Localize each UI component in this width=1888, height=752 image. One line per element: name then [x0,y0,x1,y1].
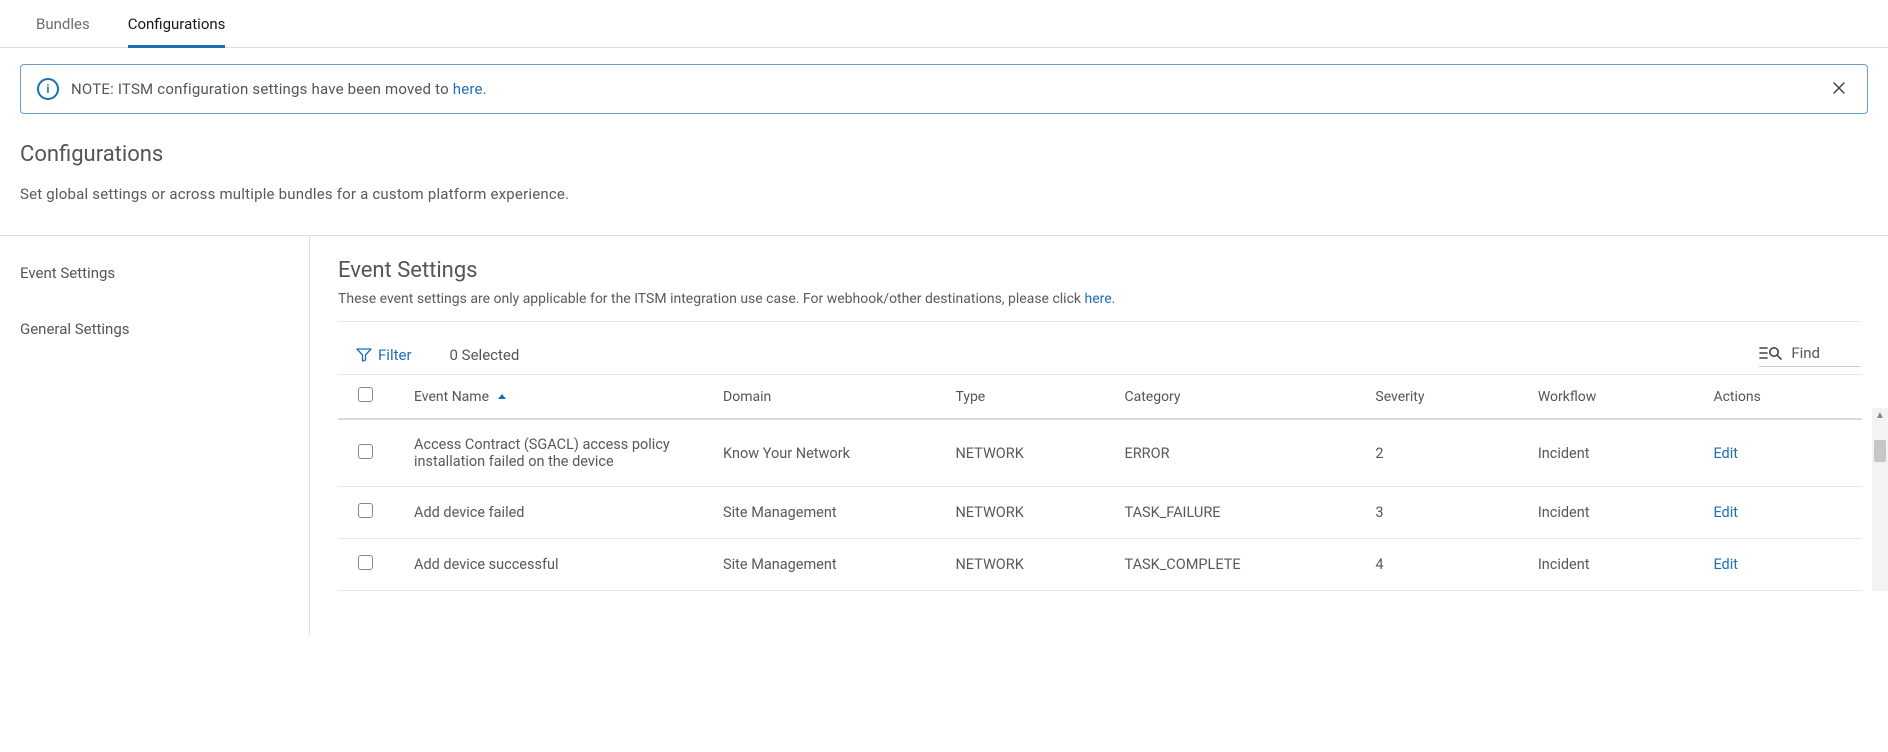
cell-event-name: Access Contract (SGACL) access policy in… [404,419,713,487]
info-banner-text: NOTE: ITSM configuration settings have b… [71,80,1815,98]
col-header-severity[interactable]: Severity [1365,375,1527,420]
table-toolbar: Filter 0 Selected Find [338,332,1888,374]
sidebar: Event Settings General Settings [0,236,310,635]
info-icon: i [37,78,59,100]
section-sub-suffix: . [1112,291,1116,307]
section-subtitle: These event settings are only applicable… [338,291,1888,307]
cell-type: NETWORK [945,419,1114,487]
main-panel: Event Settings These event settings are … [310,236,1888,635]
table-row: Access Contract (SGACL) access policy in… [338,419,1862,487]
cell-category: ERROR [1114,419,1365,487]
select-all-checkbox[interactable] [358,387,373,402]
table-row: Add device failedSite ManagementNETWORKT… [338,487,1862,539]
page-title: Configurations [20,142,1868,167]
find-icon [1759,344,1783,362]
tab-configurations[interactable]: Configurations [128,0,226,47]
page-subtitle: Set global settings or across multiple b… [20,185,1868,203]
cell-event-name: Add device failed [404,487,713,539]
edit-link[interactable]: Edit [1713,556,1738,573]
section-title: Event Settings [338,258,1888,283]
cell-domain: Site Management [713,539,945,591]
cell-workflow: Incident [1528,487,1704,539]
cell-category: TASK_FAILURE [1114,487,1365,539]
row-checkbox[interactable] [358,555,373,570]
cell-domain: Know Your Network [713,419,945,487]
cell-severity: 3 [1365,487,1527,539]
close-icon[interactable] [1827,79,1851,99]
info-banner-prefix: NOTE: ITSM configuration settings have b… [71,80,453,98]
table-wrapper: Event Name Domain Type Category Severity… [338,374,1888,591]
col-header-type[interactable]: Type [945,375,1114,420]
filter-button[interactable]: Filter [348,340,420,370]
col-header-category[interactable]: Category [1114,375,1365,420]
col-header-domain[interactable]: Domain [713,375,945,420]
edit-link[interactable]: Edit [1713,504,1738,521]
filter-label: Filter [378,346,412,364]
row-checkbox[interactable] [358,503,373,518]
cell-category: TASK_COMPLETE [1114,539,1365,591]
cell-severity: 2 [1365,419,1527,487]
page-header: Configurations Set global settings or ac… [0,114,1888,215]
col-header-event-name-label: Event Name [414,389,489,405]
cell-domain: Site Management [713,487,945,539]
divider [338,321,1860,322]
cell-severity: 4 [1365,539,1527,591]
info-banner-link[interactable]: here. [453,80,487,98]
cell-type: NETWORK [945,487,1114,539]
selected-count: 0 Selected [450,346,520,364]
sidebar-item-event-settings[interactable]: Event Settings [0,256,309,290]
col-header-event-name[interactable]: Event Name [404,375,713,420]
cell-event-name: Add device successful [404,539,713,591]
info-banner: i NOTE: ITSM configuration settings have… [20,64,1868,114]
cell-type: NETWORK [945,539,1114,591]
filter-icon [356,348,372,362]
col-header-actions: Actions [1703,375,1862,420]
col-header-workflow[interactable]: Workflow [1528,375,1704,420]
section-sub-link[interactable]: here [1084,291,1111,307]
scroll-thumb[interactable] [1874,440,1886,462]
find-label: Find [1791,344,1820,362]
find-button[interactable]: Find [1759,344,1860,367]
events-table: Event Name Domain Type Category Severity… [338,374,1862,591]
table-row: Add device successfulSite ManagementNETW… [338,539,1862,591]
scroll-up-icon[interactable]: ▲ [1872,408,1888,422]
tab-bundles[interactable]: Bundles [36,0,90,47]
row-checkbox[interactable] [358,444,373,459]
edit-link[interactable]: Edit [1713,445,1738,462]
sort-asc-icon [498,394,506,399]
top-tabs: Bundles Configurations [0,0,1888,48]
cell-workflow: Incident [1528,419,1704,487]
cell-workflow: Incident [1528,539,1704,591]
col-header-checkbox [338,375,404,420]
sidebar-item-general-settings[interactable]: General Settings [0,312,309,346]
section-sub-prefix: These event settings are only applicable… [338,291,1084,307]
vertical-scrollbar[interactable]: ▲ [1872,408,1888,591]
